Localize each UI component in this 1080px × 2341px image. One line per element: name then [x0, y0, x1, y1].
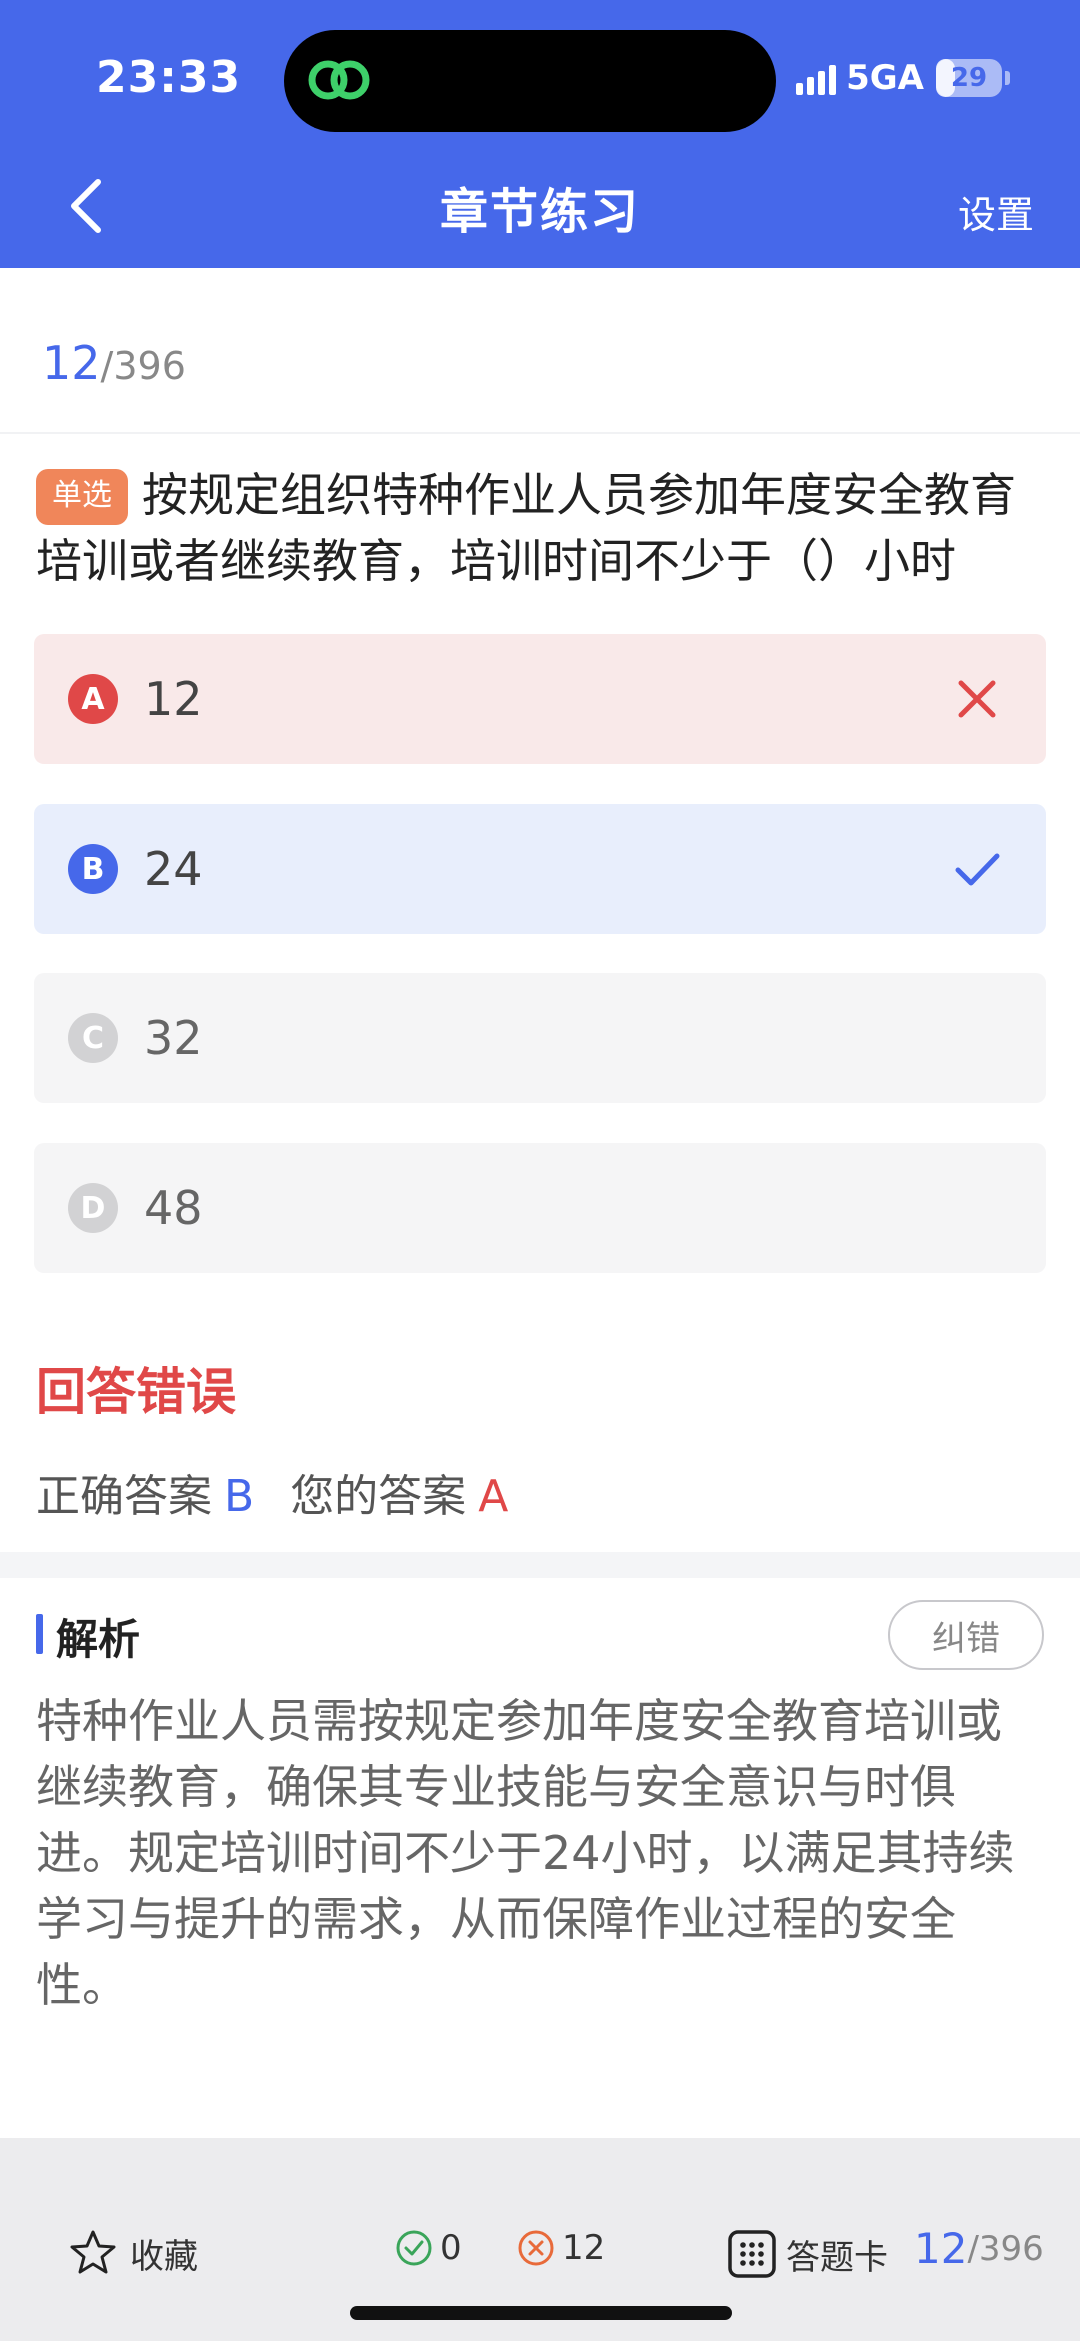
option-letter: D: [68, 1183, 118, 1233]
bottom-progress-current: 12: [914, 2224, 968, 2273]
answer-card-button[interactable]: 答题卡: [726, 2228, 888, 2280]
question-text: 按规定组织特种作业人员参加年度安全教育培训或者继续教育，培训时间不少于（）小时: [36, 468, 1016, 588]
battery-icon: 29: [936, 59, 1002, 97]
signal-icon: [796, 61, 837, 95]
bottom-progress-total: /396: [967, 2228, 1044, 2269]
correct-answer-value: B: [224, 1471, 255, 1522]
option-a[interactable]: A 12: [34, 634, 1046, 764]
progress-total: /396: [100, 344, 186, 388]
option-text: 24: [144, 842, 203, 896]
home-indicator: [350, 2306, 732, 2320]
option-text: 12: [144, 672, 203, 726]
grid-icon: [728, 2230, 776, 2278]
correct-answer-label: 正确答案: [36, 1471, 212, 1522]
network-type: 5GA: [846, 58, 924, 98]
analysis-accent-bar: [36, 1614, 43, 1654]
section-divider: [0, 1552, 1080, 1578]
page-title: 章节练习: [439, 184, 640, 240]
bottom-progress: 12/396: [914, 2224, 1044, 2273]
answer-summary: 正确答案 B 您的答案 A: [36, 1460, 508, 1524]
favorite-button[interactable]: 收藏: [68, 2228, 198, 2278]
dynamic-island: [284, 30, 776, 132]
wrong-count-value: 12: [562, 2228, 606, 2268]
check-icon: [955, 853, 1000, 886]
favorite-label: 收藏: [130, 2236, 198, 2277]
option-b[interactable]: B 24: [34, 804, 1046, 934]
correct-count-value: 0: [440, 2228, 462, 2268]
question-progress: 12/396: [42, 336, 186, 390]
status-time: 23:33: [96, 52, 242, 103]
star-icon: [70, 2230, 116, 2274]
answer-card-label: 答题卡: [786, 2237, 888, 2278]
header: 23:33 5GA 29 章节练习 设置: [0, 0, 1080, 268]
option-c[interactable]: C 32: [34, 973, 1046, 1103]
wrong-count: 12: [516, 2228, 605, 2268]
battery-level: 29: [950, 63, 988, 93]
settings-button[interactable]: 设置: [958, 184, 1034, 239]
analysis-title: 解析: [56, 1615, 141, 1664]
your-answer-value: A: [478, 1471, 509, 1522]
your-answer-label: 您的答案: [290, 1471, 467, 1522]
correct-count: 0: [394, 2228, 462, 2268]
link-app-icon: [308, 60, 370, 100]
divider: [0, 432, 1080, 434]
status-icons: 5GA 29: [796, 56, 1010, 100]
option-text: 48: [144, 1181, 203, 1235]
question-type-tag: 单选: [36, 469, 128, 525]
option-letter: C: [68, 1013, 118, 1063]
progress-current: 12: [42, 336, 101, 390]
quiz-page: 23:33 5GA 29 章节练习 设置 12/396 单选 按规定组织特种作业…: [0, 0, 1080, 2341]
result-title: 回答错误: [36, 1363, 236, 1421]
option-d[interactable]: D 48: [34, 1143, 1046, 1273]
analysis-text: 特种作业人员需按规定参加年度安全教育培训或继续教育，确保其专业技能与安全意识与时…: [36, 1694, 1015, 2012]
option-letter: B: [68, 844, 118, 894]
check-circle-icon: [396, 2230, 432, 2266]
option-text: 32: [144, 1011, 203, 1065]
option-letter: A: [68, 674, 118, 724]
question-text-block: 单选 按规定组织特种作业人员参加年度安全教育培训或者继续教育，培训时间不少于（）小…: [36, 462, 1046, 594]
report-error-button[interactable]: 纠错: [888, 1600, 1044, 1670]
cross-circle-icon: [518, 2230, 554, 2266]
cross-icon: [958, 680, 996, 718]
